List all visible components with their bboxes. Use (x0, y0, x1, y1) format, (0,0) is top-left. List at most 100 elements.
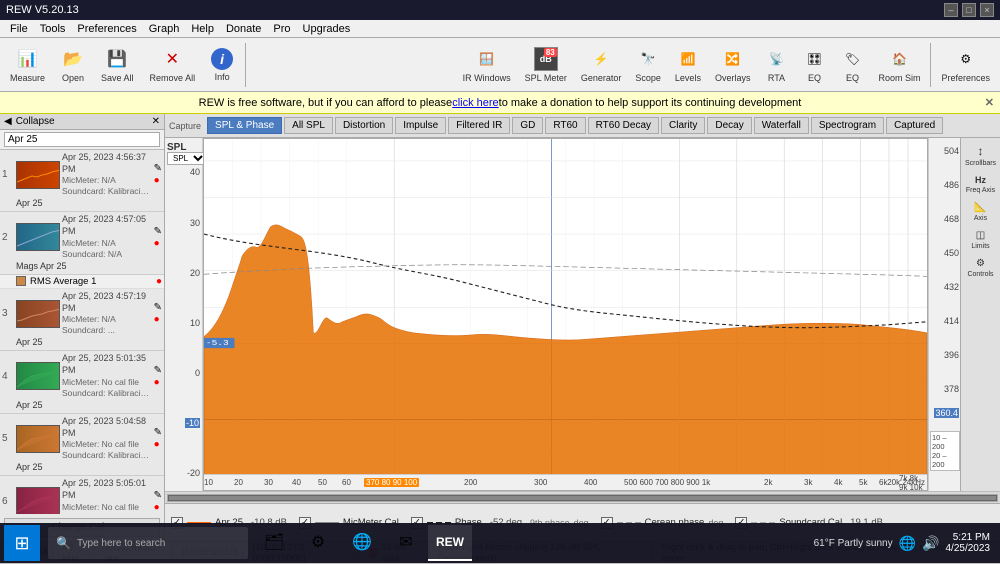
taskbar-mail[interactable]: ✉ (384, 525, 428, 561)
toolbar-info[interactable]: i Info (205, 46, 239, 84)
scrollbars-label: Scrollbars (965, 160, 996, 167)
taskbar-settings[interactable]: ⚙ (296, 525, 340, 561)
tabs-row: Capture SPL & Phase All SPL Distortion I… (165, 114, 1000, 138)
limits-label: Limits (971, 243, 989, 250)
close-button[interactable]: × (980, 3, 994, 17)
menu-donate[interactable]: Donate (220, 20, 267, 37)
measurement-item-6[interactable]: 6 Apr 25, 2023 5:05:01 PM MicMeter: No c… (0, 476, 164, 514)
taskbar-clock[interactable]: 5:21 PM 4/25/2023 (946, 532, 991, 554)
meas-edit-icon-5[interactable]: ✎ (154, 427, 162, 438)
meas-edit-icon-4[interactable]: ✎ (154, 365, 162, 376)
spl-dropdown[interactable]: SPL (167, 152, 207, 165)
toolbar-spl-meter[interactable]: 83 dB SPL Meter (519, 45, 573, 85)
tab-distortion[interactable]: Distortion (335, 117, 393, 134)
info-close-button[interactable]: ✕ (985, 96, 994, 109)
meas-subitem-rms[interactable]: RMS Average 1 ● (0, 275, 164, 289)
meas-edit-icon-3[interactable]: ✎ (154, 302, 162, 313)
right-y-450: 450 (944, 248, 959, 258)
menu-file[interactable]: File (4, 20, 34, 37)
tab-gd[interactable]: GD (512, 117, 543, 134)
meas-edit-icon-1[interactable]: ✎ (154, 163, 162, 174)
measurement-item-3[interactable]: 3 Apr 25, 2023 4:57:19 PM MicMeter: N/A … (0, 289, 164, 351)
measurement-item-5[interactable]: 5 Apr 25, 2023 5:04:58 PM MicMeter: No c… (0, 414, 164, 476)
tab-rt60-decay[interactable]: RT60 Decay (588, 117, 659, 134)
donate-link[interactable]: click here (452, 97, 498, 109)
meas-delete-icon-4[interactable]: ● (154, 377, 162, 388)
meas-edit-icon-6[interactable]: ✎ (154, 490, 162, 501)
overlays-label: Overlays (715, 73, 751, 83)
measurement-item-1[interactable]: 1 Apr 25, 2023 4:56:37 PM MicMeter: N/A … (0, 150, 164, 212)
toolbar-generator[interactable]: ⚡ Generator (575, 45, 628, 85)
tab-clarity[interactable]: Clarity (661, 117, 705, 134)
toolbar-eq[interactable]: 🎛 EQ (796, 45, 832, 85)
tab-spectrogram[interactable]: Spectrogram (811, 117, 884, 134)
measurement-item-4[interactable]: 4 Apr 25, 2023 5:01:35 PM MicMeter: No c… (0, 351, 164, 413)
tab-rt60[interactable]: RT60 (545, 117, 585, 134)
menu-preferences[interactable]: Preferences (71, 20, 142, 37)
axis-control[interactable]: 📐 Axis (972, 200, 989, 224)
taskbar-browser[interactable]: 🌐 (340, 525, 384, 561)
info-banner: REW is free software, but if you can aff… (0, 92, 1000, 114)
main-layout: ◀ Collapse ✕ 1 Apr 25, 2023 4:56:37 PM M… (0, 114, 1000, 541)
taskbar-volume-icon[interactable]: 🔊 (922, 535, 939, 552)
spl-dropdown-select[interactable]: SPL (167, 152, 207, 165)
menu-help[interactable]: Help (185, 20, 220, 37)
taskbar-rew-app[interactable]: REW (428, 525, 472, 561)
toolbar-overlays[interactable]: 🔀 Overlays (709, 45, 757, 85)
toolbar-preferences[interactable]: ⚙ Preferences (935, 45, 996, 85)
taskbar-network-icon[interactable]: 🌐 (899, 535, 916, 552)
spl-meter-icon: 83 dB (534, 47, 558, 71)
toolbar-levels[interactable]: 📶 Levels (669, 45, 707, 85)
tab-captured[interactable]: Captured (886, 117, 943, 134)
toolbar-room-sim[interactable]: 🏠 Room Sim (872, 45, 926, 85)
menu-graph[interactable]: Graph (143, 20, 186, 37)
controls-control[interactable]: ⚙ Controls (965, 256, 995, 280)
meas-delete-icon-5[interactable]: ● (154, 439, 162, 450)
scrollbars-control[interactable]: ↕ Scrollbars (963, 142, 998, 169)
minimize-button[interactable]: – (944, 3, 958, 17)
collapse-button[interactable]: ◀ Collapse ✕ (0, 114, 164, 130)
freq-axis-control[interactable]: Hz Freq Axis (964, 173, 997, 196)
taskbar-search[interactable]: 🔍 Type here to search (48, 527, 248, 559)
toolbar-rta[interactable]: 📡 RTA (758, 45, 794, 85)
meas-edit-icon-2[interactable]: ✎ (154, 226, 162, 237)
menu-upgrades[interactable]: Upgrades (297, 20, 357, 37)
scroll-track-x[interactable] (167, 494, 998, 502)
tab-spl-phase[interactable]: SPL & Phase (207, 117, 282, 134)
menu-tools[interactable]: Tools (34, 20, 72, 37)
tab-impulse[interactable]: Impulse (395, 117, 446, 134)
taskbar-file-explorer[interactable]: 🗂 (252, 525, 296, 561)
capture-label: Capture (169, 121, 201, 131)
tab-decay[interactable]: Decay (707, 117, 751, 134)
meas-info-4: Apr 25, 2023 5:01:35 PM MicMeter: No cal… (62, 353, 152, 398)
meas-delete-icon-1[interactable]: ● (154, 175, 162, 186)
toolbar-scope[interactable]: 🔭 Scope (629, 45, 667, 85)
meas-num-6: 6 (2, 496, 14, 507)
toolbar-eq2[interactable]: 🏷 EQ (834, 45, 870, 85)
measurement-item-2[interactable]: 2 Apr 25, 2023 4:57:05 PM MicMeter: N/A … (0, 212, 164, 274)
maximize-button[interactable]: □ (962, 3, 976, 17)
axis-icon: 📐 (974, 202, 986, 213)
meas-info-5: Apr 25, 2023 5:04:58 PM MicMeter: No cal… (62, 416, 152, 461)
toolbar-ir-windows[interactable]: 🪟 IR Windows (457, 45, 517, 85)
start-button[interactable]: ⊞ (4, 525, 40, 561)
y-val-0: 0 (195, 368, 200, 378)
tab-all-spl[interactable]: All SPL (284, 117, 333, 134)
scroll-thumb-x[interactable] (168, 495, 997, 501)
tab-waterfall[interactable]: Waterfall (754, 117, 809, 134)
meas-delete-icon-6[interactable]: ● (154, 502, 162, 513)
chart-main[interactable]: -5.3 10 20 30 40 50 60 370 80 90 100 200… (203, 138, 928, 491)
toolbar-measure[interactable]: 📊 Measure (4, 45, 51, 85)
toolbar-remove-all[interactable]: ✕ Remove All (144, 45, 202, 85)
meas-delete-icon-3[interactable]: ● (154, 314, 162, 325)
measure-icon: 📊 (16, 47, 40, 71)
limits-control[interactable]: ◫ Limits (969, 228, 991, 252)
search-input[interactable] (4, 132, 160, 147)
toolbar-save-all[interactable]: 💾 Save All (95, 45, 140, 85)
tab-filtered-ir[interactable]: Filtered IR (448, 117, 510, 134)
toolbar-open[interactable]: 📂 Open (55, 45, 91, 85)
menu-pro[interactable]: Pro (267, 20, 296, 37)
meas-delete-icon-2[interactable]: ● (154, 238, 162, 249)
sub-delete-rms[interactable]: ● (156, 276, 162, 287)
chart-scroll-x[interactable] (165, 491, 1000, 503)
